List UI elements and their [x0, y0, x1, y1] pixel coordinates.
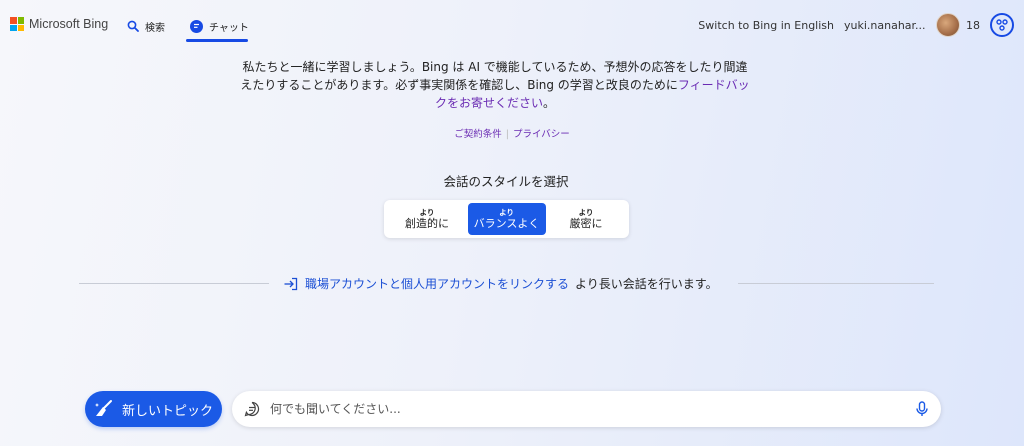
- disclaimer-body: 私たちと一緒に学習しましょう。Bing は AI で機能しているため、予想外の応…: [240, 60, 748, 92]
- disclaimer-text: 私たちと一緒に学習しましょう。Bing は AI で機能しているため、予想外の応…: [240, 58, 750, 112]
- chat-input-box: [232, 391, 941, 427]
- search-icon: [127, 20, 139, 32]
- divider-left: [79, 283, 269, 284]
- rewards-count[interactable]: 18: [966, 19, 980, 32]
- link-accounts-link[interactable]: 職場アカウントと個人用アカウントをリンクする: [305, 275, 569, 292]
- tab-search[interactable]: 検索: [127, 16, 165, 36]
- style-option-prefix: より: [419, 207, 435, 217]
- chat-icon: [190, 19, 203, 33]
- top-header: Microsoft Bing 検索 チャット Switch to Bing in…: [0, 0, 1024, 48]
- rewards-trophy-icon[interactable]: [990, 13, 1014, 37]
- microphone-icon[interactable]: [915, 401, 929, 417]
- brand-name: Microsoft Bing: [29, 17, 109, 31]
- style-option-label: バランスよく: [473, 216, 540, 230]
- disclaimer-end: 。: [543, 96, 556, 110]
- new-topic-button[interactable]: 新しいトピック: [85, 391, 222, 427]
- tab-chat-label: チャット: [209, 22, 249, 34]
- tab-chat[interactable]: チャット: [190, 16, 249, 36]
- style-option-precise[interactable]: より 厳密に: [547, 203, 625, 235]
- broom-icon: [94, 400, 112, 416]
- style-option-creative[interactable]: より 創造的に: [388, 203, 466, 235]
- header-right: Switch to Bing in English yuki.nanahar..…: [698, 12, 1014, 38]
- switch-language-link[interactable]: Switch to Bing in English: [698, 19, 834, 32]
- legal-links: ご契約条件 | プライバシー: [0, 126, 1024, 140]
- account-link-row: 職場アカウントと個人用アカウントをリンクする より長い会話を行います。: [283, 275, 718, 292]
- style-option-label: 創造的に: [405, 216, 449, 230]
- divider-right: [738, 283, 934, 284]
- link-accounts-suffix: より長い会話を行います。: [575, 277, 718, 291]
- bing-logo[interactable]: Microsoft Bing: [10, 17, 108, 31]
- active-tab-indicator: [186, 39, 248, 42]
- style-option-balanced[interactable]: より バランスよく: [467, 203, 546, 235]
- chat-bubble-icon: [244, 401, 260, 417]
- username[interactable]: yuki.nanahar...: [844, 19, 926, 32]
- avatar[interactable]: [936, 13, 960, 37]
- legal-separator: |: [505, 129, 509, 140]
- conversation-style-selector: より 創造的に より バランスよく より 厳密に: [384, 200, 629, 238]
- tab-search-label: 検索: [145, 22, 165, 34]
- chat-input[interactable]: [270, 402, 915, 416]
- conversation-style-title: 会話のスタイルを選択: [443, 174, 569, 189]
- microsoft-logo-icon: [10, 17, 24, 31]
- style-option-label: 厳密に: [569, 216, 603, 230]
- new-topic-label: 新しいトピック: [121, 403, 213, 419]
- privacy-link[interactable]: プライバシー: [513, 129, 570, 140]
- terms-link[interactable]: ご契約条件: [454, 129, 502, 140]
- sign-in-arrow-icon: [284, 277, 298, 290]
- style-option-prefix: より: [499, 207, 514, 217]
- style-option-prefix: より: [578, 207, 594, 217]
